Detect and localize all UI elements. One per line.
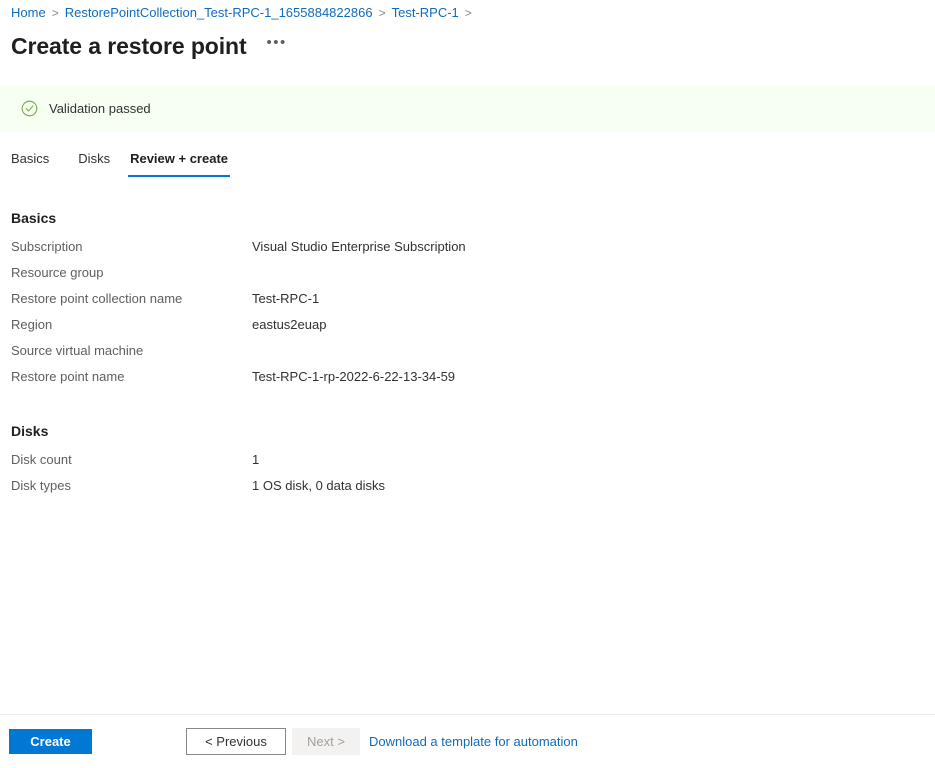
detail-label: Source virtual machine <box>11 343 144 358</box>
detail-value: Visual Studio Enterprise Subscription <box>252 239 466 254</box>
breadcrumb: Home > RestorePointCollection_Test-RPC-1_1… <box>0 0 935 22</box>
detail-value: 1 OS disk, 0 data disks <box>252 478 385 493</box>
detail-value: eastus2euap <box>252 317 327 332</box>
tab-review-create[interactable]: Review + create <box>120 150 238 177</box>
validation-message: Validation passed <box>49 101 151 116</box>
create-button[interactable]: Create <box>9 729 92 754</box>
tab-bar: Basics Disks Review + create <box>0 141 935 177</box>
next-button: Next > <box>292 728 360 755</box>
detail-value: Test-RPC-1-rp-2022-6-22-13-34-59 <box>252 369 456 384</box>
breadcrumb-separator: > <box>464 6 472 20</box>
previous-button[interactable]: < Previous <box>186 728 286 755</box>
detail-row: Disk types 1 OS disk, 0 data disks <box>11 473 924 499</box>
download-template-link[interactable]: Download a template for automation <box>369 734 578 749</box>
breadcrumb-separator: > <box>378 6 386 20</box>
detail-label: Disk count <box>11 452 72 467</box>
detail-row: Resource group <box>11 260 924 286</box>
page-title: Create a restore point <box>11 33 247 59</box>
check-circle-icon <box>21 100 38 117</box>
detail-label: Resource group <box>11 265 104 280</box>
detail-row: Disk count 1 <box>11 447 924 473</box>
detail-row: Restore point name Test-RPC-1-rp-2022-6-2… <box>11 364 924 390</box>
detail-value: 1 <box>252 452 260 467</box>
footer-action-bar: Create < Previous Next > Download a temp… <box>0 714 935 768</box>
detail-row: Restore point collection name Test-RPC-1 <box>11 286 924 312</box>
detail-label: Disk types <box>11 478 71 493</box>
detail-value: Test-RPC-1 <box>252 291 320 306</box>
detail-label: Restore point name <box>11 369 125 384</box>
tab-disks[interactable]: Disks <box>68 150 120 177</box>
detail-row: Subscription Visual Studio Enterprise Sub… <box>11 234 924 260</box>
section-title-disks: Disks <box>11 423 49 439</box>
breadcrumb-item-0[interactable]: Home <box>11 5 46 20</box>
more-options-button[interactable]: ••• <box>263 34 291 58</box>
breadcrumb-item-1[interactable]: RestorePointCollection_Test-RPC-1_165588… <box>65 5 373 20</box>
detail-label: Subscription <box>11 239 83 254</box>
tab-basics[interactable]: Basics <box>11 150 59 177</box>
detail-label: Restore point collection name <box>11 291 183 306</box>
breadcrumb-separator: > <box>51 6 59 20</box>
review-content: Basics Subscription Visual Studio Enterpri… <box>0 208 935 499</box>
detail-row: Source virtual machine <box>11 338 924 364</box>
detail-label: Region <box>11 317 53 332</box>
detail-row: Region eastus2euap <box>11 312 924 338</box>
validation-banner: Validation passed <box>0 85 935 132</box>
section-title-basics: Basics <box>11 210 57 226</box>
page-header: Create a restore point ••• <box>0 22 935 63</box>
breadcrumb-item-2[interactable]: Test-RPC-1 <box>392 5 459 20</box>
